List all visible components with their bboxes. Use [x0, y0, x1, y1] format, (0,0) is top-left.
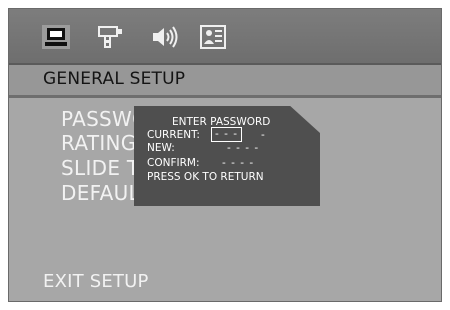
exit-setup-button[interactable]: EXIT SETUP: [43, 271, 149, 292]
current-password-last-digit: -: [261, 129, 265, 141]
current-password-row: CURRENT: - - - -: [147, 127, 265, 142]
dialog-hint: PRESS OK TO RETURN: [147, 171, 264, 183]
preference-icon[interactable]: [199, 24, 227, 50]
current-password-field[interactable]: - - -: [211, 127, 243, 142]
menu-item-slide-timer[interactable]: SLIDE T: [61, 156, 139, 180]
confirm-password-row: CONFIRM: - - - -: [147, 157, 253, 169]
new-password-label: NEW:: [147, 142, 175, 154]
confirm-password-label: CONFIRM:: [147, 157, 200, 169]
page-title: GENERAL SETUP: [43, 69, 186, 89]
menu-item-rating[interactable]: RATING: [61, 131, 137, 155]
general-setup-icon[interactable]: [41, 24, 71, 50]
speaker-tv-icon[interactable]: [97, 24, 125, 50]
audio-icon[interactable]: [150, 24, 180, 50]
new-password-row: NEW: - - - -: [147, 142, 258, 154]
current-password-label: CURRENT:: [147, 129, 200, 141]
setup-screen: GENERAL SETUP PASSWO RATING SLIDE T DEFA…: [8, 8, 442, 302]
setup-tab-bar: [9, 9, 441, 65]
password-dialog: ENTER PASSWORD CURRENT: - - - - NEW: - -…: [134, 106, 320, 206]
section-header: GENERAL SETUP: [9, 65, 441, 98]
menu-item-default[interactable]: DEFAUL: [61, 181, 140, 205]
new-password-field[interactable]: - - - -: [227, 142, 259, 154]
confirm-password-field[interactable]: - - - -: [222, 157, 254, 169]
